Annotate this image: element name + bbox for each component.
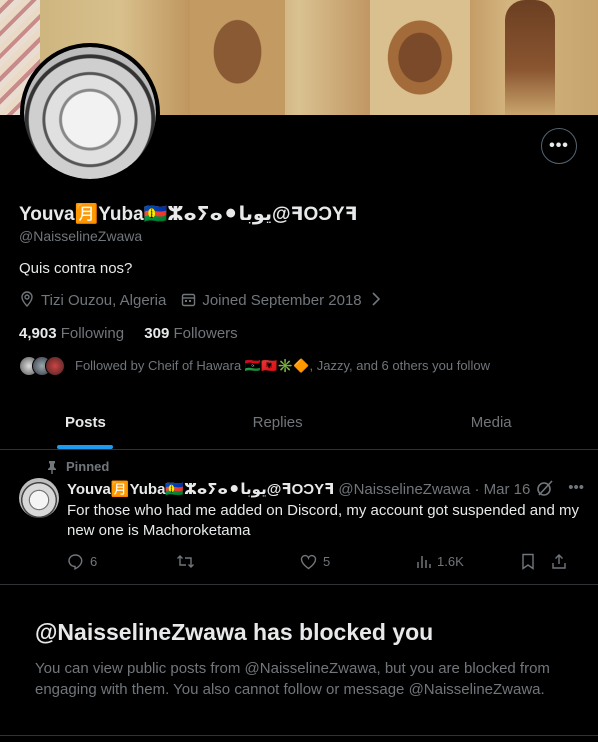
like-button[interactable]: 5	[300, 553, 416, 570]
post-actions: 6 5 1.6K	[67, 553, 587, 570]
follow-counts: 4,903 Following 309 Followers	[19, 325, 238, 342]
repost-icon	[177, 555, 194, 568]
blocked-message: You can view public posts from @Naisseli…	[35, 660, 550, 698]
views-icon	[417, 556, 431, 568]
grok-icon[interactable]	[536, 479, 554, 497]
post-text: For those who had me added on Discord, m…	[67, 502, 579, 539]
pinned-post[interactable]: Pinned Youva🈷️Yuba🇳🇨ⵣⴰⵢⴰ⚫يوبا@ꟻOƆYꟻ @Nai…	[0, 451, 598, 585]
views-button[interactable]: 1.6K	[416, 553, 521, 570]
profile-bio: Quis contra nos?	[19, 260, 133, 277]
share-button[interactable]	[551, 553, 581, 570]
banner-statue	[505, 0, 555, 115]
pinned-indicator: Pinned	[46, 459, 109, 474]
profile-tabs: Posts Replies Media	[0, 398, 598, 450]
avatar	[45, 356, 65, 376]
post-author-name[interactable]: Youva🈷️Yuba🇳🇨ⵣⴰⵢⴰ⚫يوبا@ꟻOƆYꟻ	[67, 480, 334, 498]
more-options-button[interactable]: •••	[541, 128, 577, 164]
reply-icon	[68, 554, 83, 570]
reply-button[interactable]: 6	[67, 553, 176, 570]
repost-button[interactable]	[176, 553, 300, 570]
post-author-meta: @NaisselineZwawa · Mar 16	[338, 480, 531, 498]
profile-handle: @NaisselineZwawa	[19, 228, 143, 244]
banner-figure-left	[190, 0, 285, 115]
blocked-notice: @NaisselineZwawa has blocked you You can…	[0, 586, 598, 742]
followed-by-text: Followed by Cheif of Hawara 🇱🇾🇦🇱✳️🔶, Jaz…	[75, 358, 490, 373]
profile-display-name: Youva🈷️Yuba🇳🇨ⵣⴰⵢⴰ⚫يوبا@ꟻOƆYꟻ	[19, 204, 358, 225]
reply-count: 6	[90, 554, 98, 569]
chevron-right-icon[interactable]	[368, 292, 384, 309]
pin-icon	[48, 460, 56, 474]
post-top-icons: •••	[536, 479, 584, 497]
profile-avatar[interactable]	[20, 43, 160, 183]
tab-posts[interactable]: Posts	[0, 398, 171, 449]
post-header: Youva🈷️Yuba🇳🇨ⵣⴰⵢⴰ⚫يوبا@ꟻOƆYꟻ @Naisseline…	[67, 480, 531, 499]
follower-avatars	[19, 356, 65, 376]
banner-figure-right	[370, 0, 470, 115]
followed-by[interactable]: Followed by Cheif of Hawara 🇱🇾🇦🇱✳️🔶, Jaz…	[19, 356, 490, 376]
location-pin-icon	[19, 291, 35, 310]
followers-link[interactable]: 309 Followers	[144, 325, 237, 342]
heart-icon	[300, 554, 317, 569]
profile-meta: Tizi Ouzou, Algeria Joined September 201…	[19, 291, 384, 310]
blocked-title: @NaisselineZwawa has blocked you	[35, 619, 434, 645]
like-count: 5	[323, 554, 331, 569]
views-count: 1.6K	[437, 554, 464, 569]
bookmark-button[interactable]	[521, 553, 551, 570]
divider	[0, 735, 598, 736]
post-author-avatar[interactable]	[19, 478, 59, 518]
profile-location: Tizi Ouzou, Algeria	[41, 292, 167, 309]
more-icon: •••	[549, 137, 569, 154]
active-tab-indicator	[57, 445, 114, 449]
bookmark-icon	[522, 553, 534, 570]
share-icon	[552, 554, 566, 569]
following-link[interactable]: 4,903 Following	[19, 325, 124, 342]
profile-joined: Joined September 2018	[202, 292, 362, 309]
tab-replies[interactable]: Replies	[171, 398, 385, 449]
post-more-icon[interactable]: •••	[568, 479, 584, 497]
calendar-icon	[180, 292, 196, 310]
tab-media[interactable]: Media	[384, 398, 598, 449]
avatar-image	[24, 47, 156, 179]
